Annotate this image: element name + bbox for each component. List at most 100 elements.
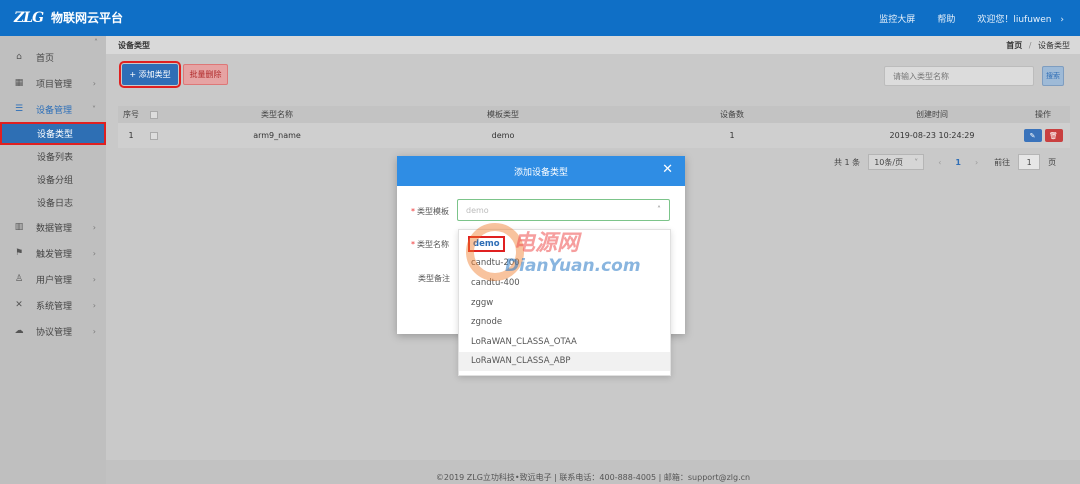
sidebar-item-project[interactable]: ▦ 项目管理 › [0,70,106,96]
user-icon: ♙ [14,274,24,284]
chevron-right-icon: › [92,326,96,336]
sidebar-item-trigger[interactable]: ⚑ 触发管理 › [0,240,106,266]
row-checkbox[interactable] [144,131,164,140]
data-icon: ▥ [14,222,24,232]
dialog-title: 添加设备类型 [513,167,568,178]
device-icon: ☰ [14,104,24,114]
sidebar-item-label: 项目管理 [36,79,73,90]
form-label-name: * 类型名称 [411,239,449,250]
home-icon: ⌂ [16,52,22,62]
sidebar-item-system[interactable]: ✕ 系统管理 › [0,292,106,318]
cell-template: demo [491,131,515,140]
page-size-value: 10条/页 [874,157,904,167]
column-header-count: 设备数 [720,110,744,119]
sidebar-item-data[interactable]: ▥ 数据管理 › [0,214,106,240]
column-header-template: 模板类型 [487,110,519,119]
chevron-up-icon: ˄ [657,205,661,214]
select-all-checkbox[interactable] [144,110,164,119]
sidebar-item-device[interactable]: ☰ 设备管理 ˅ [0,96,106,122]
search-button[interactable]: 搜索 [1042,66,1064,86]
page-number-current[interactable]: 1 [955,158,961,167]
chevron-right-icon: › [92,78,96,88]
template-select-placeholder: demo [466,205,489,215]
chevron-down-icon: ˅ [914,157,919,167]
field-label: 类型模板 [417,207,449,216]
edit-icon[interactable]: ✎ [1023,129,1042,142]
goto-page-input[interactable]: 1 [1018,154,1041,170]
field-label: 类型备注 [418,274,450,283]
sidebar-item-protocol[interactable]: ☁ 协议管理 › [0,318,106,344]
cell-count: 1 [729,131,735,140]
search-input[interactable] [884,66,1034,86]
page-size-select[interactable]: 10条/页 ˅ [868,154,925,170]
chevron-right-icon: › [92,300,96,310]
pagination: 共 1 条 10条/页 ˅ ‹ 1 › 前往 1 页 [834,154,1056,170]
cell-created: 2019-08-23 10:24:29 [889,131,975,140]
form-label-remark: 类型备注 [418,273,450,284]
dropdown-option-candtu-200[interactable]: candtu-200 [459,254,670,274]
breadcrumb-separator: / [1028,40,1032,50]
sidebar-item-home[interactable]: ⌂ 首页 [0,44,106,70]
sidebar-item-label: 首页 [36,53,55,64]
chevron-down-icon: ˅ [92,104,96,114]
next-page-icon[interactable]: › [975,158,978,167]
table-row: 1 arm9_name demo 1 2019-08-23 10:24:29 ✎… [118,123,1070,148]
add-type-button[interactable]: + 添加类型 [119,61,181,88]
page-title: 设备类型 [118,40,150,50]
dropdown-option-zgnode[interactable]: zgnode [459,312,670,332]
column-header-name: 类型名称 [261,110,293,119]
project-icon: ▦ [14,78,24,88]
sidebar-sub-device-list[interactable]: 设备列表 [0,145,106,168]
chevron-right-icon: › [1060,15,1064,25]
sidebar: ˄ ⌂ 首页 ▦ 项目管理 › ☰ 设备管理 ˅ 设备类型 设备列表 设备分组 … [0,36,106,484]
sidebar-item-label: 用户管理 [36,275,73,286]
app-title: 物联网云平台 [51,11,124,25]
trigger-icon: ⚑ [14,248,24,258]
required-mark: * [411,207,415,216]
close-icon[interactable]: ✕ [662,163,673,177]
nav-help[interactable]: 帮助 [937,12,955,25]
sidebar-sub-device-log[interactable]: 设备日志 [0,191,106,214]
trash-icon[interactable]: 🗑 [1044,129,1063,142]
top-bar: ZLG 物联网云平台 监控大屏 帮助 欢迎您！liufuwen › [0,0,1080,36]
column-header-created: 创建时间 [916,110,948,119]
batch-delete-button[interactable]: 批量删除 [183,64,228,85]
sidebar-item-label: 触发管理 [36,249,73,260]
column-header-actions: 操作 [1035,110,1051,119]
protocol-icon: ☁ [14,326,24,336]
pagination-total: 共 1 条 [834,157,861,167]
breadcrumb-home[interactable]: 首页 [1006,41,1022,50]
dropdown-option-lorawan-otaa[interactable]: LoRaWAN_CLASSA_OTAA [459,332,670,352]
footer: ©2019 ZLG立功科技•致远电子 | 联系电话：400-888-4005 |… [106,460,1080,484]
dropdown-option-zggw[interactable]: zggw [459,293,670,313]
form-label-template: * 类型模板 [411,206,449,217]
chevron-right-icon: › [92,248,96,258]
chevron-right-icon: › [92,274,96,284]
page-header: 设备类型 首页 / 设备类型 [106,36,1080,54]
goto-label: 前往 [994,157,1011,167]
dialog-header: 添加设备类型 ✕ [397,156,685,186]
user-menu[interactable]: 欢迎您！liufuwen › [977,12,1064,25]
page-suffix: 页 [1048,157,1057,167]
dropdown-option-lorawan-abp[interactable]: LoRaWAN_CLASSA_ABP [459,351,670,372]
sidebar-sub-device-group[interactable]: 设备分组 [0,168,106,191]
prev-page-icon[interactable]: ‹ [938,158,941,167]
sidebar-item-label: 协议管理 [36,327,73,338]
field-label: 类型名称 [417,240,449,249]
sidebar-sub-device-type[interactable]: 设备类型 [0,122,106,145]
breadcrumb: 首页 / 设备类型 [1006,40,1070,51]
sidebar-item-user[interactable]: ♙ 用户管理 › [0,266,106,292]
brand[interactable]: ZLG 物联网云平台 [14,9,123,26]
sidebar-item-label: 设备管理 [36,105,73,116]
template-select[interactable]: demo ˄ [457,199,670,221]
required-mark: * [411,240,415,249]
dropdown-option-demo[interactable]: demo [459,234,670,254]
welcome-text: 欢迎您！liufuwen [977,15,1052,25]
option-label: demo [468,235,505,252]
system-icon: ✕ [15,300,23,310]
breadcrumb-current: 设备类型 [1038,40,1070,50]
nav-monitor-screen[interactable]: 监控大屏 [879,12,915,25]
chevron-right-icon: › [92,222,96,232]
device-type-table: 序号 类型名称 模板类型 设备数 创建时间 操作 1 arm9_name dem… [118,106,1070,148]
dropdown-option-candtu-400[interactable]: candtu-400 [459,273,670,293]
